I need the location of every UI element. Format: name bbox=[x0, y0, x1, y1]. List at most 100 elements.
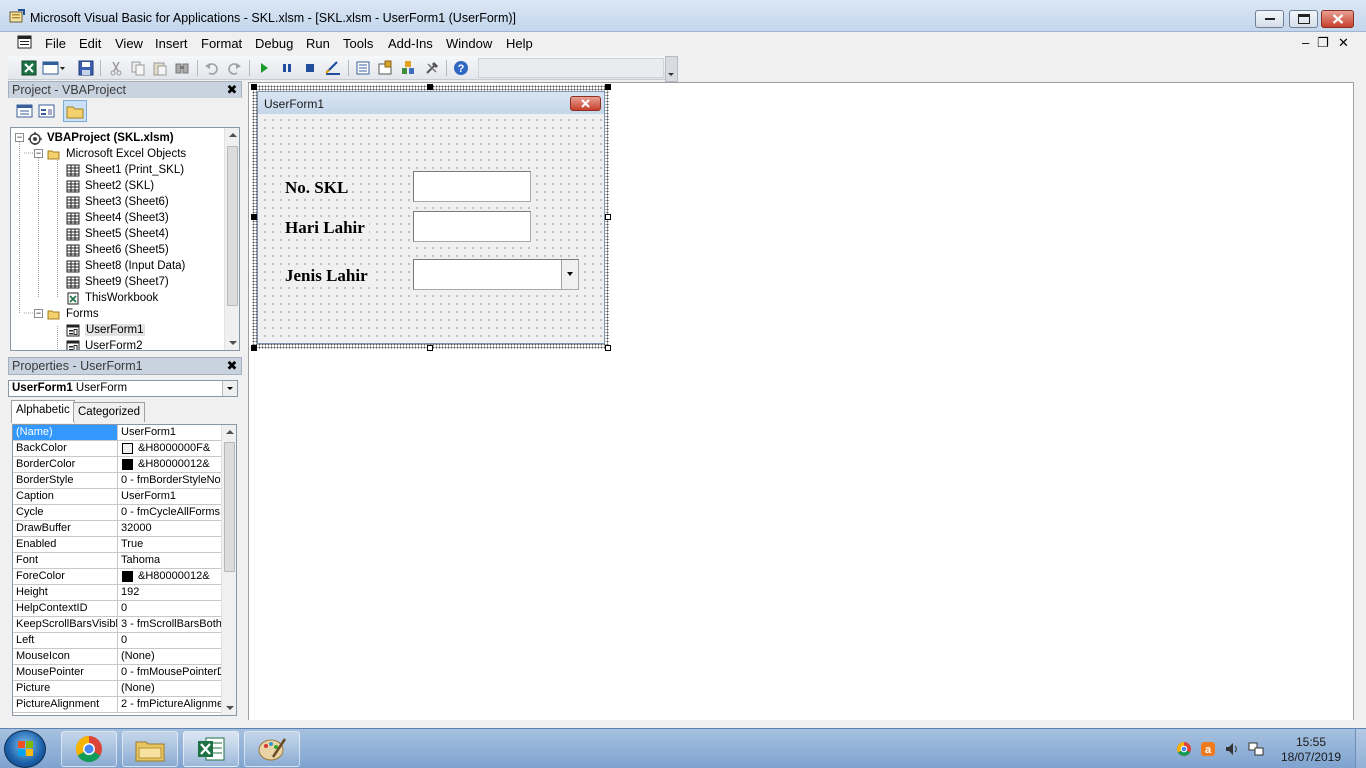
copy-button[interactable] bbox=[129, 59, 147, 77]
tree-item-sheet4[interactable]: Sheet4 (Sheet3) bbox=[66, 210, 169, 226]
property-value[interactable]: 0 bbox=[119, 633, 221, 648]
property-row[interactable]: PictureAlignment2 - fmPictureAlignmentCe… bbox=[13, 697, 221, 713]
project-explorer-button[interactable] bbox=[354, 59, 372, 77]
menu-edit[interactable]: Edit bbox=[79, 36, 101, 51]
find-button[interactable] bbox=[173, 59, 191, 77]
speaker-icon[interactable] bbox=[1224, 741, 1240, 757]
property-row[interactable]: (Name) UserForm1 bbox=[13, 425, 221, 441]
tree-item-sheet2[interactable]: Sheet2 (SKL) bbox=[66, 178, 154, 194]
taskbar-paint[interactable] bbox=[244, 731, 300, 767]
property-row[interactable]: KeepScrollBarsVisible 3 - fmScrollBarsBot… bbox=[13, 617, 221, 633]
combobox-dropdown-button[interactable] bbox=[561, 260, 578, 289]
property-value[interactable]: Tahoma bbox=[119, 553, 221, 568]
object-selector[interactable]: UserForm1 UserForm bbox=[8, 380, 238, 397]
property-value[interactable]: UserForm1 bbox=[119, 425, 221, 440]
save-button[interactable] bbox=[77, 59, 95, 77]
property-value[interactable]: True bbox=[119, 537, 221, 552]
design-mode-button[interactable] bbox=[324, 59, 342, 77]
menu-file[interactable]: File bbox=[45, 36, 66, 51]
label-jenis-lahir[interactable]: Jenis Lahir bbox=[281, 266, 372, 286]
userform1[interactable]: UserForm1 No. SKL Hari Lahir Jenis Lahir bbox=[257, 91, 605, 344]
minimize-button[interactable] bbox=[1255, 10, 1284, 28]
property-row[interactable]: BackColor &H8000000F& bbox=[13, 441, 221, 457]
object-browser-button[interactable] bbox=[399, 59, 417, 77]
insert-userform-button[interactable] bbox=[42, 59, 66, 77]
toolbar-options-button[interactable] bbox=[665, 56, 678, 82]
property-row[interactable]: Caption UserForm1 bbox=[13, 489, 221, 505]
resize-handle[interactable] bbox=[427, 345, 433, 351]
property-row[interactable]: DrawBuffer 32000 bbox=[13, 521, 221, 537]
tab-alphabetic[interactable]: Alphabetic bbox=[11, 400, 75, 423]
object-selector-dropdown[interactable] bbox=[222, 381, 237, 396]
tree-item-sheet9[interactable]: Sheet9 (Sheet7) bbox=[66, 274, 169, 290]
cut-button[interactable] bbox=[107, 59, 125, 77]
property-row[interactable]: Height 192 bbox=[13, 585, 221, 601]
property-row[interactable]: Cycle 0 - fmCycleAllForms bbox=[13, 505, 221, 521]
label-no-skl[interactable]: No. SKL bbox=[281, 178, 353, 198]
label-hari-lahir[interactable]: Hari Lahir bbox=[281, 218, 369, 238]
view-code-button[interactable] bbox=[16, 103, 34, 119]
system-clock[interactable]: 15:55 18/07/2019 bbox=[1278, 735, 1344, 765]
tree-item-userform2[interactable]: UserForm2 bbox=[66, 338, 143, 350]
menu-tools[interactable]: Tools bbox=[343, 36, 373, 51]
property-value[interactable]: &H80000012& bbox=[119, 569, 221, 584]
menu-addins[interactable]: Add-Ins bbox=[388, 36, 433, 51]
menu-view[interactable]: View bbox=[115, 36, 143, 51]
property-value[interactable]: 0 - fmMousePointerDefault bbox=[119, 665, 221, 680]
textbox-hari-lahir[interactable] bbox=[413, 211, 531, 242]
property-value[interactable]: 0 bbox=[119, 601, 221, 616]
view-object-button[interactable] bbox=[38, 103, 56, 119]
property-value[interactable]: UserForm1 bbox=[119, 489, 221, 504]
property-value[interactable]: 32000 bbox=[119, 521, 221, 536]
scroll-down-arrow-icon[interactable] bbox=[226, 706, 234, 710]
menu-window[interactable]: Window bbox=[446, 36, 492, 51]
property-row[interactable]: MouseIcon (None) bbox=[13, 649, 221, 665]
tab-categorized[interactable]: Categorized bbox=[73, 402, 146, 422]
resize-handle[interactable] bbox=[605, 345, 611, 351]
property-value[interactable]: 2 - fmPictureAlignmentCenter bbox=[119, 697, 221, 712]
mdi-minimize-button[interactable]: – bbox=[1302, 35, 1309, 50]
project-pane-close-button[interactable]: ✖ bbox=[225, 83, 239, 97]
menu-debug[interactable]: Debug bbox=[255, 36, 293, 51]
property-row[interactable]: MousePointer0 - fmMousePointerDefault bbox=[13, 665, 221, 681]
property-value[interactable]: &H80000012& bbox=[119, 457, 221, 472]
tree-item-sheet5[interactable]: Sheet5 (Sheet4) bbox=[66, 226, 169, 242]
tree-item-userform1[interactable]: UserForm1 bbox=[66, 322, 145, 338]
property-value[interactable]: (None) bbox=[119, 649, 221, 664]
property-row[interactable]: Left 0 bbox=[13, 633, 221, 649]
menu-format[interactable]: Format bbox=[201, 36, 242, 51]
paste-button[interactable] bbox=[151, 59, 169, 77]
property-row[interactable]: ForeColor &H80000012& bbox=[13, 569, 221, 585]
menu-help[interactable]: Help bbox=[506, 36, 533, 51]
property-row[interactable]: Font Tahoma bbox=[13, 553, 221, 569]
mdi-close-button[interactable]: ✕ bbox=[1338, 35, 1349, 51]
maximize-button[interactable] bbox=[1289, 10, 1318, 28]
scroll-up-arrow-icon[interactable] bbox=[229, 133, 237, 137]
taskbar-chrome[interactable] bbox=[61, 731, 117, 767]
tree-item-excel-objects[interactable]: Microsoft Excel Objects bbox=[47, 146, 186, 162]
show-desktop-button[interactable] bbox=[1355, 729, 1366, 768]
help-button[interactable]: ? bbox=[452, 59, 470, 77]
toggle-folders-button[interactable] bbox=[63, 100, 87, 122]
view-excel-button[interactable] bbox=[20, 59, 38, 77]
tree-item-sheet8[interactable]: Sheet8 (Input Data) bbox=[66, 258, 185, 274]
property-value[interactable]: (None) bbox=[119, 681, 221, 696]
scroll-down-arrow-icon[interactable] bbox=[229, 341, 237, 345]
scroll-up-arrow-icon[interactable] bbox=[226, 430, 234, 434]
tree-item-vbaproject[interactable]: VBAProject (SKL.xlsm) bbox=[28, 130, 174, 146]
taskbar-excel[interactable] bbox=[183, 731, 239, 767]
property-value[interactable]: 192 bbox=[119, 585, 221, 600]
tree-item-thisworkbook[interactable]: ThisWorkbook bbox=[66, 290, 158, 306]
antivirus-tray-icon[interactable]: a bbox=[1200, 741, 1216, 757]
properties-scrollbar[interactable] bbox=[221, 425, 236, 715]
properties-window-button[interactable] bbox=[376, 59, 394, 77]
taskbar-explorer[interactable] bbox=[122, 731, 178, 767]
network-icon[interactable] bbox=[1248, 741, 1264, 757]
expand-excel-objects[interactable]: − bbox=[34, 149, 43, 158]
start-button[interactable] bbox=[4, 730, 46, 768]
property-row[interactable]: Enabled True bbox=[13, 537, 221, 553]
menu-run[interactable]: Run bbox=[306, 36, 330, 51]
close-button[interactable] bbox=[1321, 10, 1354, 28]
userform-grid[interactable]: No. SKL Hari Lahir Jenis Lahir bbox=[259, 114, 603, 343]
resize-handle[interactable] bbox=[605, 214, 611, 220]
